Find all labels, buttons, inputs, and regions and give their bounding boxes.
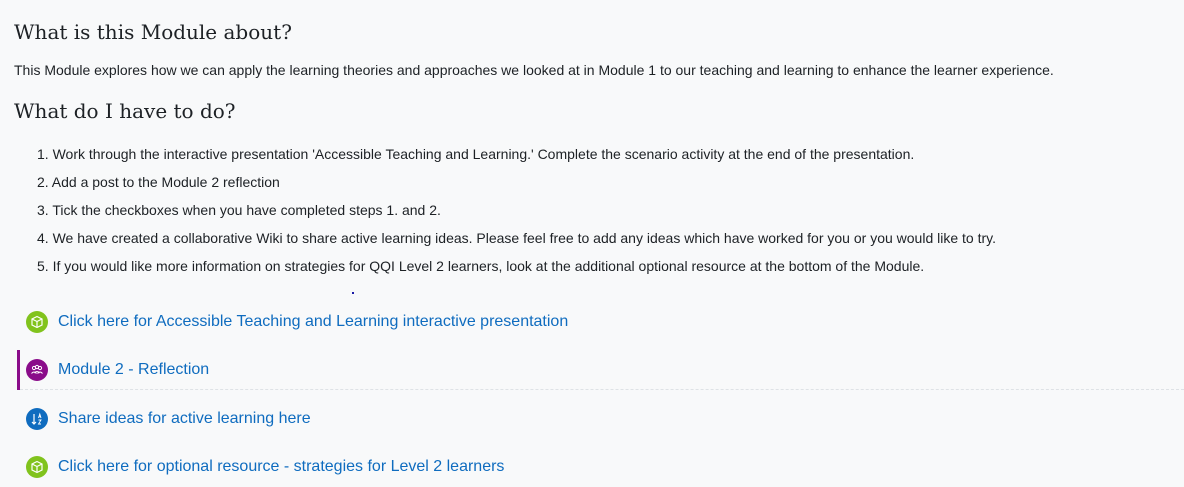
activity-accessible-presentation[interactable]: Click here for Accessible Teaching and L… [17,302,1184,342]
forum-icon [26,359,48,381]
activity-module-reflection[interactable]: Module 2 - Reflection [17,350,1184,390]
module-description: This Module explores how we can apply th… [14,62,1054,78]
activity-link[interactable]: Click here for Accessible Teaching and L… [58,313,568,331]
step-item: 4. We have created a collaborative Wiki … [37,230,996,246]
step-item: 3. Tick the checkboxes when you have com… [37,202,441,218]
divider [20,389,1184,390]
activity-link[interactable]: Module 2 - Reflection [58,361,209,379]
activity-link[interactable]: Click here for optional resource - strat… [58,458,504,476]
package-icon [26,311,48,333]
wiki-icon [26,408,48,430]
steps-list: 1. Work through the interactive presenta… [37,145,996,285]
step-item: 5. If you would like more information on… [37,258,925,274]
activity-link[interactable]: Share ideas for active learning here [58,410,311,428]
activity-share-ideas-wiki[interactable]: Share ideas for active learning here [17,399,1184,439]
section-heading-about: What is this Module about? [14,20,292,44]
stray-dot [352,292,354,294]
package-icon [26,456,48,478]
step-item: 2. Add a post to the Module 2 reflection [37,174,280,190]
step-item: 1. Work through the interactive presenta… [37,146,915,162]
activity-optional-resource[interactable]: Click here for optional resource - strat… [17,447,1184,487]
section-heading-todo: What do I have to do? [14,99,236,123]
